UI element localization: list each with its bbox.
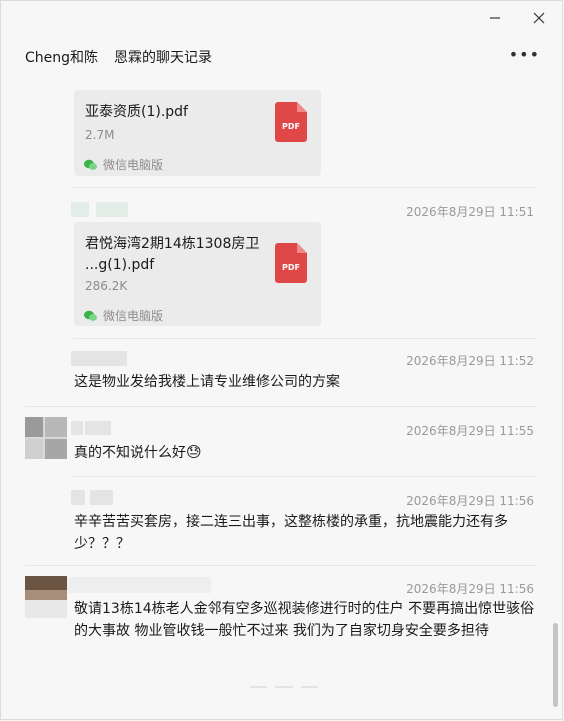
file-size: 2.7M bbox=[85, 128, 115, 142]
more-options-button[interactable]: ••• bbox=[509, 45, 540, 64]
message-text: 这是物业发给我楼上请专业维修公司的方案 bbox=[74, 374, 340, 390]
minimize-icon bbox=[490, 17, 500, 19]
message-divider bbox=[73, 476, 536, 477]
close-icon bbox=[533, 12, 545, 24]
chat-header: Cheng和陈 恩霖的聊天记录 bbox=[25, 47, 212, 67]
svg-text:PDF: PDF bbox=[282, 122, 300, 131]
sender-name-redacted bbox=[96, 202, 128, 217]
message-divider bbox=[73, 187, 536, 188]
sender-name-redacted bbox=[90, 490, 113, 505]
wechat-icon bbox=[84, 159, 97, 170]
wechat-icon bbox=[84, 310, 97, 321]
pdf-file-icon: PDF bbox=[275, 102, 307, 142]
message-text: 辛辛苦苦买套房，接二连三出事，这整栋楼的承重，抗地震能力还有多少？？？ bbox=[74, 514, 508, 552]
close-button[interactable] bbox=[530, 9, 548, 27]
message-timestamp: 2026年8月29日 11:56 bbox=[406, 582, 534, 596]
window-controls bbox=[486, 9, 548, 27]
message-divider bbox=[25, 565, 536, 566]
loading-indicator bbox=[250, 686, 318, 688]
file-source-label: 微信电脑版 bbox=[103, 309, 164, 323]
chat-history-window: Cheng和陈 恩霖的聊天记录 ••• 亚泰资质(1).pdf 2.7M PDF… bbox=[0, 0, 563, 720]
avatar[interactable] bbox=[25, 576, 67, 618]
message-text: 敬请13栋14栋老人金邻有空多巡视装修进行时的住户 不要再搞出惊世骇俗的大事故 … bbox=[74, 601, 535, 639]
file-source: 微信电脑版 bbox=[84, 307, 163, 324]
minimize-button[interactable] bbox=[486, 9, 504, 27]
file-name: 亚泰资质(1).pdf bbox=[85, 104, 188, 120]
message-timestamp: 2026年8月29日 11:56 bbox=[406, 494, 534, 508]
message-divider bbox=[25, 406, 536, 407]
message-timestamp: 2026年8月29日 11:55 bbox=[406, 424, 534, 438]
history-title: 恩霖的聊天记录 bbox=[114, 50, 213, 66]
svg-text:PDF: PDF bbox=[282, 263, 300, 272]
pdf-file-icon: PDF bbox=[275, 243, 307, 283]
avatar[interactable] bbox=[25, 417, 67, 459]
message-text: 真的不知说什么好😓 bbox=[74, 441, 544, 464]
message-timestamp: 2026年8月29日 11:52 bbox=[406, 354, 534, 368]
file-name-line2: ...g(1).pdf bbox=[85, 257, 155, 273]
message-text-body: 真的不知说什么好 bbox=[74, 445, 186, 461]
file-size: 286.2K bbox=[85, 279, 128, 293]
file-message-card[interactable]: 亚泰资质(1).pdf 2.7M PDF 微信电脑版 bbox=[74, 90, 321, 176]
file-source: 微信电脑版 bbox=[84, 156, 163, 173]
chat-participants: Cheng和陈 bbox=[25, 50, 99, 66]
sender-name-redacted bbox=[71, 421, 83, 435]
scrollbar-thumb[interactable] bbox=[553, 623, 558, 707]
sender-name-redacted bbox=[71, 202, 89, 217]
message-timestamp: 2026年8月29日 11:51 bbox=[406, 205, 534, 219]
message-divider bbox=[73, 338, 536, 339]
file-source-label: 微信电脑版 bbox=[103, 158, 164, 172]
sender-name-redacted bbox=[71, 490, 85, 505]
emoji-icon: 😓 bbox=[186, 443, 202, 461]
file-message-card[interactable]: 君悦海湾2期14栋1308房卫 ...g(1).pdf 286.2K PDF 微… bbox=[74, 222, 321, 326]
sender-name-redacted bbox=[67, 577, 211, 593]
sender-name-redacted bbox=[71, 351, 127, 366]
sender-name-redacted bbox=[85, 421, 111, 435]
file-name-line1: 君悦海湾2期14栋1308房卫 bbox=[85, 236, 260, 252]
